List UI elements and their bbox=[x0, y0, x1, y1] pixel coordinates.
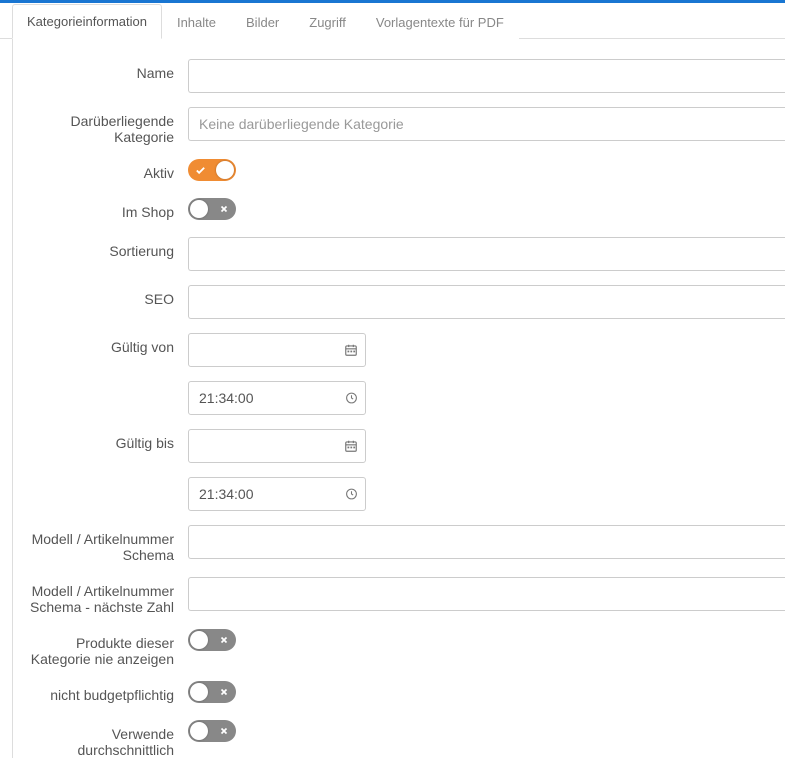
label-not-budget: nicht budgetpflichtig bbox=[13, 681, 188, 703]
check-icon bbox=[195, 165, 206, 176]
seo-input[interactable] bbox=[188, 285, 785, 319]
sort-input[interactable] bbox=[188, 237, 785, 271]
tab-vorlagentexte[interactable]: Vorlagentexte für PDF bbox=[361, 5, 519, 39]
valid-from-date-input[interactable] bbox=[188, 333, 366, 367]
valid-to-date-input[interactable] bbox=[188, 429, 366, 463]
label-valid-to: Gültig bis bbox=[13, 429, 188, 451]
label-model-schema: Modell / Artikelnummer Schema bbox=[13, 525, 188, 563]
tab-bilder[interactable]: Bilder bbox=[231, 5, 294, 39]
toggle-knob bbox=[190, 683, 208, 701]
label-seo: SEO bbox=[13, 285, 188, 307]
label-name: Name bbox=[13, 59, 188, 81]
tab-zugriff[interactable]: Zugriff bbox=[294, 5, 361, 39]
x-icon bbox=[219, 204, 229, 214]
label-parent-category: Darüberliegende Kategorie bbox=[13, 107, 188, 145]
label-model-schema-next: Modell / Artikelnummer Schema - nächste … bbox=[13, 577, 188, 615]
tab-kategorieinformation[interactable]: Kategorieinformation bbox=[12, 4, 162, 39]
label-active: Aktiv bbox=[13, 159, 188, 181]
label-sort: Sortierung bbox=[13, 237, 188, 259]
valid-to-time-input[interactable] bbox=[188, 477, 366, 511]
not-budget-toggle[interactable] bbox=[188, 681, 236, 703]
in-shop-toggle[interactable] bbox=[188, 198, 236, 220]
active-toggle[interactable] bbox=[188, 159, 236, 181]
model-schema-input[interactable] bbox=[188, 525, 785, 559]
valid-from-time-input[interactable] bbox=[188, 381, 366, 415]
toggle-knob bbox=[190, 200, 208, 218]
tab-inhalte[interactable]: Inhalte bbox=[162, 5, 231, 39]
label-valid-from: Gültig von bbox=[13, 333, 188, 355]
x-icon bbox=[219, 726, 229, 736]
model-schema-next-input[interactable] bbox=[188, 577, 785, 611]
hide-products-toggle[interactable] bbox=[188, 629, 236, 651]
tab-bar: Kategorieinformation Inhalte Bilder Zugr… bbox=[0, 3, 785, 39]
x-icon bbox=[219, 687, 229, 697]
x-icon bbox=[219, 635, 229, 645]
label-hide-products: Produkte dieser Kategorie nie anzeigen bbox=[13, 629, 188, 667]
label-in-shop: Im Shop bbox=[13, 198, 188, 220]
toggle-knob bbox=[190, 722, 208, 740]
toggle-knob bbox=[216, 161, 234, 179]
parent-category-input[interactable] bbox=[188, 107, 785, 141]
form-panel: Name Darüberliegende Kategorie Aktiv Im … bbox=[12, 39, 785, 758]
use-average-toggle[interactable] bbox=[188, 720, 236, 742]
label-use-average: Verwende durchschnittlich bbox=[13, 720, 188, 758]
name-input[interactable] bbox=[188, 59, 785, 93]
toggle-knob bbox=[190, 631, 208, 649]
